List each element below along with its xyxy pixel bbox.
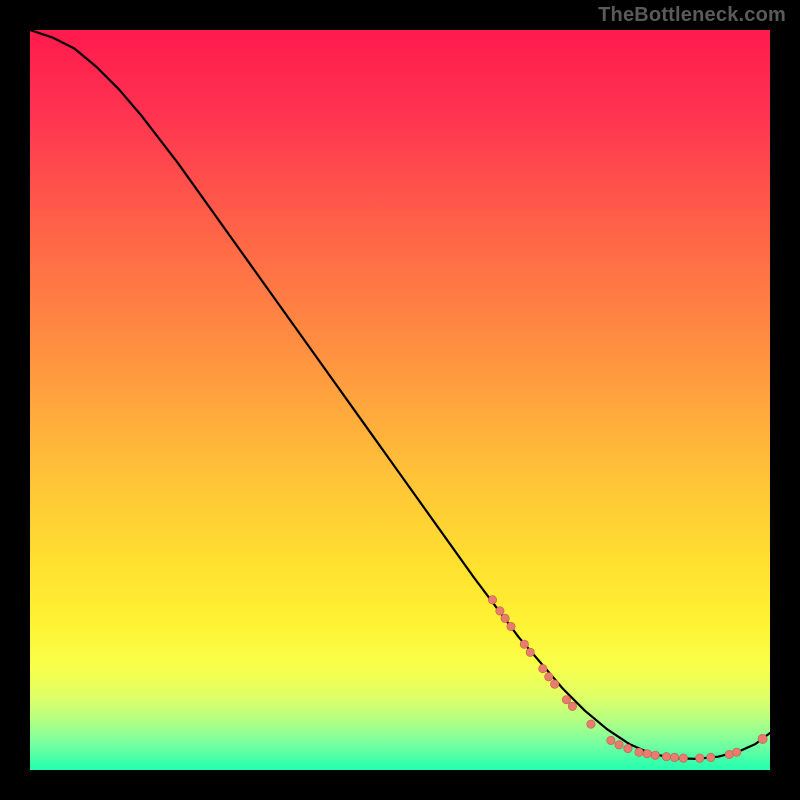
data-point bbox=[651, 751, 659, 759]
data-point bbox=[615, 741, 623, 749]
chart-frame: TheBottleneck.com bbox=[0, 0, 800, 800]
chart-canvas bbox=[30, 30, 770, 770]
data-point bbox=[545, 673, 553, 681]
data-point bbox=[643, 750, 651, 758]
data-point bbox=[607, 736, 615, 744]
data-point bbox=[550, 680, 558, 688]
gradient-background bbox=[30, 30, 770, 770]
data-point bbox=[562, 696, 570, 704]
data-point bbox=[696, 754, 704, 762]
data-point bbox=[733, 748, 741, 756]
data-point bbox=[670, 753, 678, 761]
data-point bbox=[501, 614, 509, 622]
data-point bbox=[725, 750, 733, 758]
data-point bbox=[707, 753, 715, 761]
data-point bbox=[539, 664, 547, 672]
data-point bbox=[507, 622, 515, 630]
data-point bbox=[568, 702, 576, 710]
data-point bbox=[526, 648, 534, 656]
data-point bbox=[624, 744, 632, 752]
data-point bbox=[587, 720, 595, 728]
data-point bbox=[488, 596, 496, 604]
data-point bbox=[635, 748, 643, 756]
data-point bbox=[496, 607, 504, 615]
data-point bbox=[679, 754, 687, 762]
data-point bbox=[758, 734, 767, 743]
data-point bbox=[520, 640, 528, 648]
watermark-text: TheBottleneck.com bbox=[598, 4, 786, 27]
data-point bbox=[662, 752, 670, 760]
